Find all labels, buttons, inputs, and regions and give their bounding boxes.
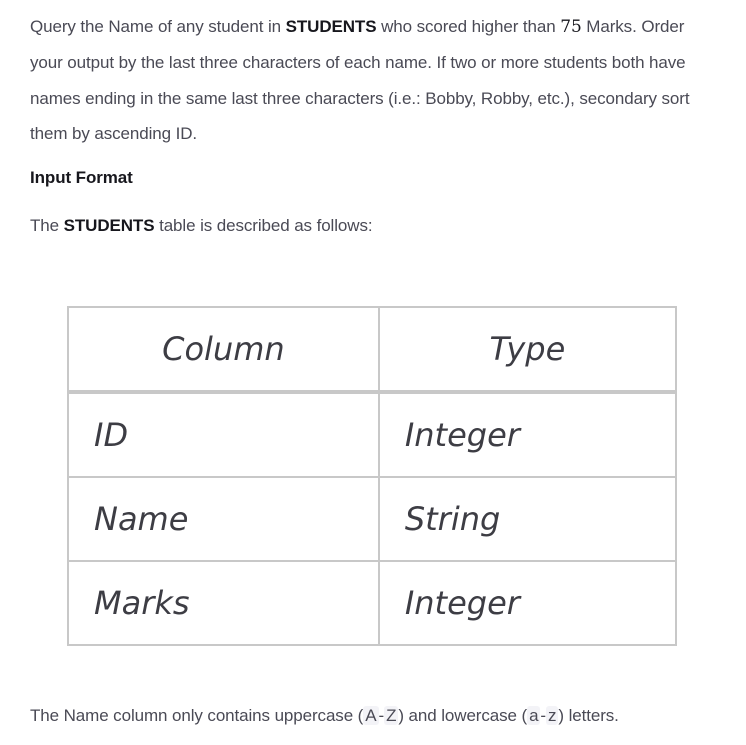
table-description: The STUDENTS table is described as follo… xyxy=(30,216,373,236)
table-row: Name String xyxy=(67,476,678,562)
cell-type: Integer xyxy=(377,560,678,646)
problem-statement: Query the Name of any student in STUDENT… xyxy=(30,0,720,235)
cell-type: String xyxy=(377,476,678,562)
table-desc-text-2: table is described as follows: xyxy=(154,216,373,235)
table-desc-name: STUDENTS xyxy=(63,216,155,235)
header-type: Type xyxy=(377,306,678,393)
cell-column: ID xyxy=(67,391,380,478)
name-column-note: The Name column only contains uppercase … xyxy=(30,706,619,726)
marks-threshold: 75 xyxy=(560,17,582,37)
code-upper-z: Z xyxy=(384,706,399,725)
table-row: ID Integer xyxy=(67,391,678,478)
header-column: Column xyxy=(67,306,380,393)
desc-text-1: Query the Name of any student in xyxy=(30,17,286,36)
table-desc-text-1: The xyxy=(30,216,64,235)
note-text-1: The Name column only contains uppercase … xyxy=(30,706,364,725)
students-table-name: STUDENTS xyxy=(285,17,377,36)
problem-description: Query the Name of any student in STUDENT… xyxy=(30,0,720,151)
desc-text-2: who scored higher than xyxy=(376,17,561,36)
students-schema-table: Column Type ID Integer Name String Marks… xyxy=(67,306,678,646)
note-text-2: ) and lowercase ( xyxy=(398,706,528,725)
input-format-heading: Input Format xyxy=(30,168,133,187)
table-row: Marks Integer xyxy=(67,560,678,646)
table-header-row: Column Type xyxy=(67,306,678,393)
note-text-3: ) letters. xyxy=(558,706,619,725)
code-lower-z: z xyxy=(545,706,559,725)
code-lower-a: a xyxy=(527,706,541,725)
code-upper-a: A xyxy=(363,706,379,725)
cell-type: Integer xyxy=(377,391,678,478)
cell-column: Name xyxy=(67,476,380,562)
cell-column: Marks xyxy=(67,560,380,646)
